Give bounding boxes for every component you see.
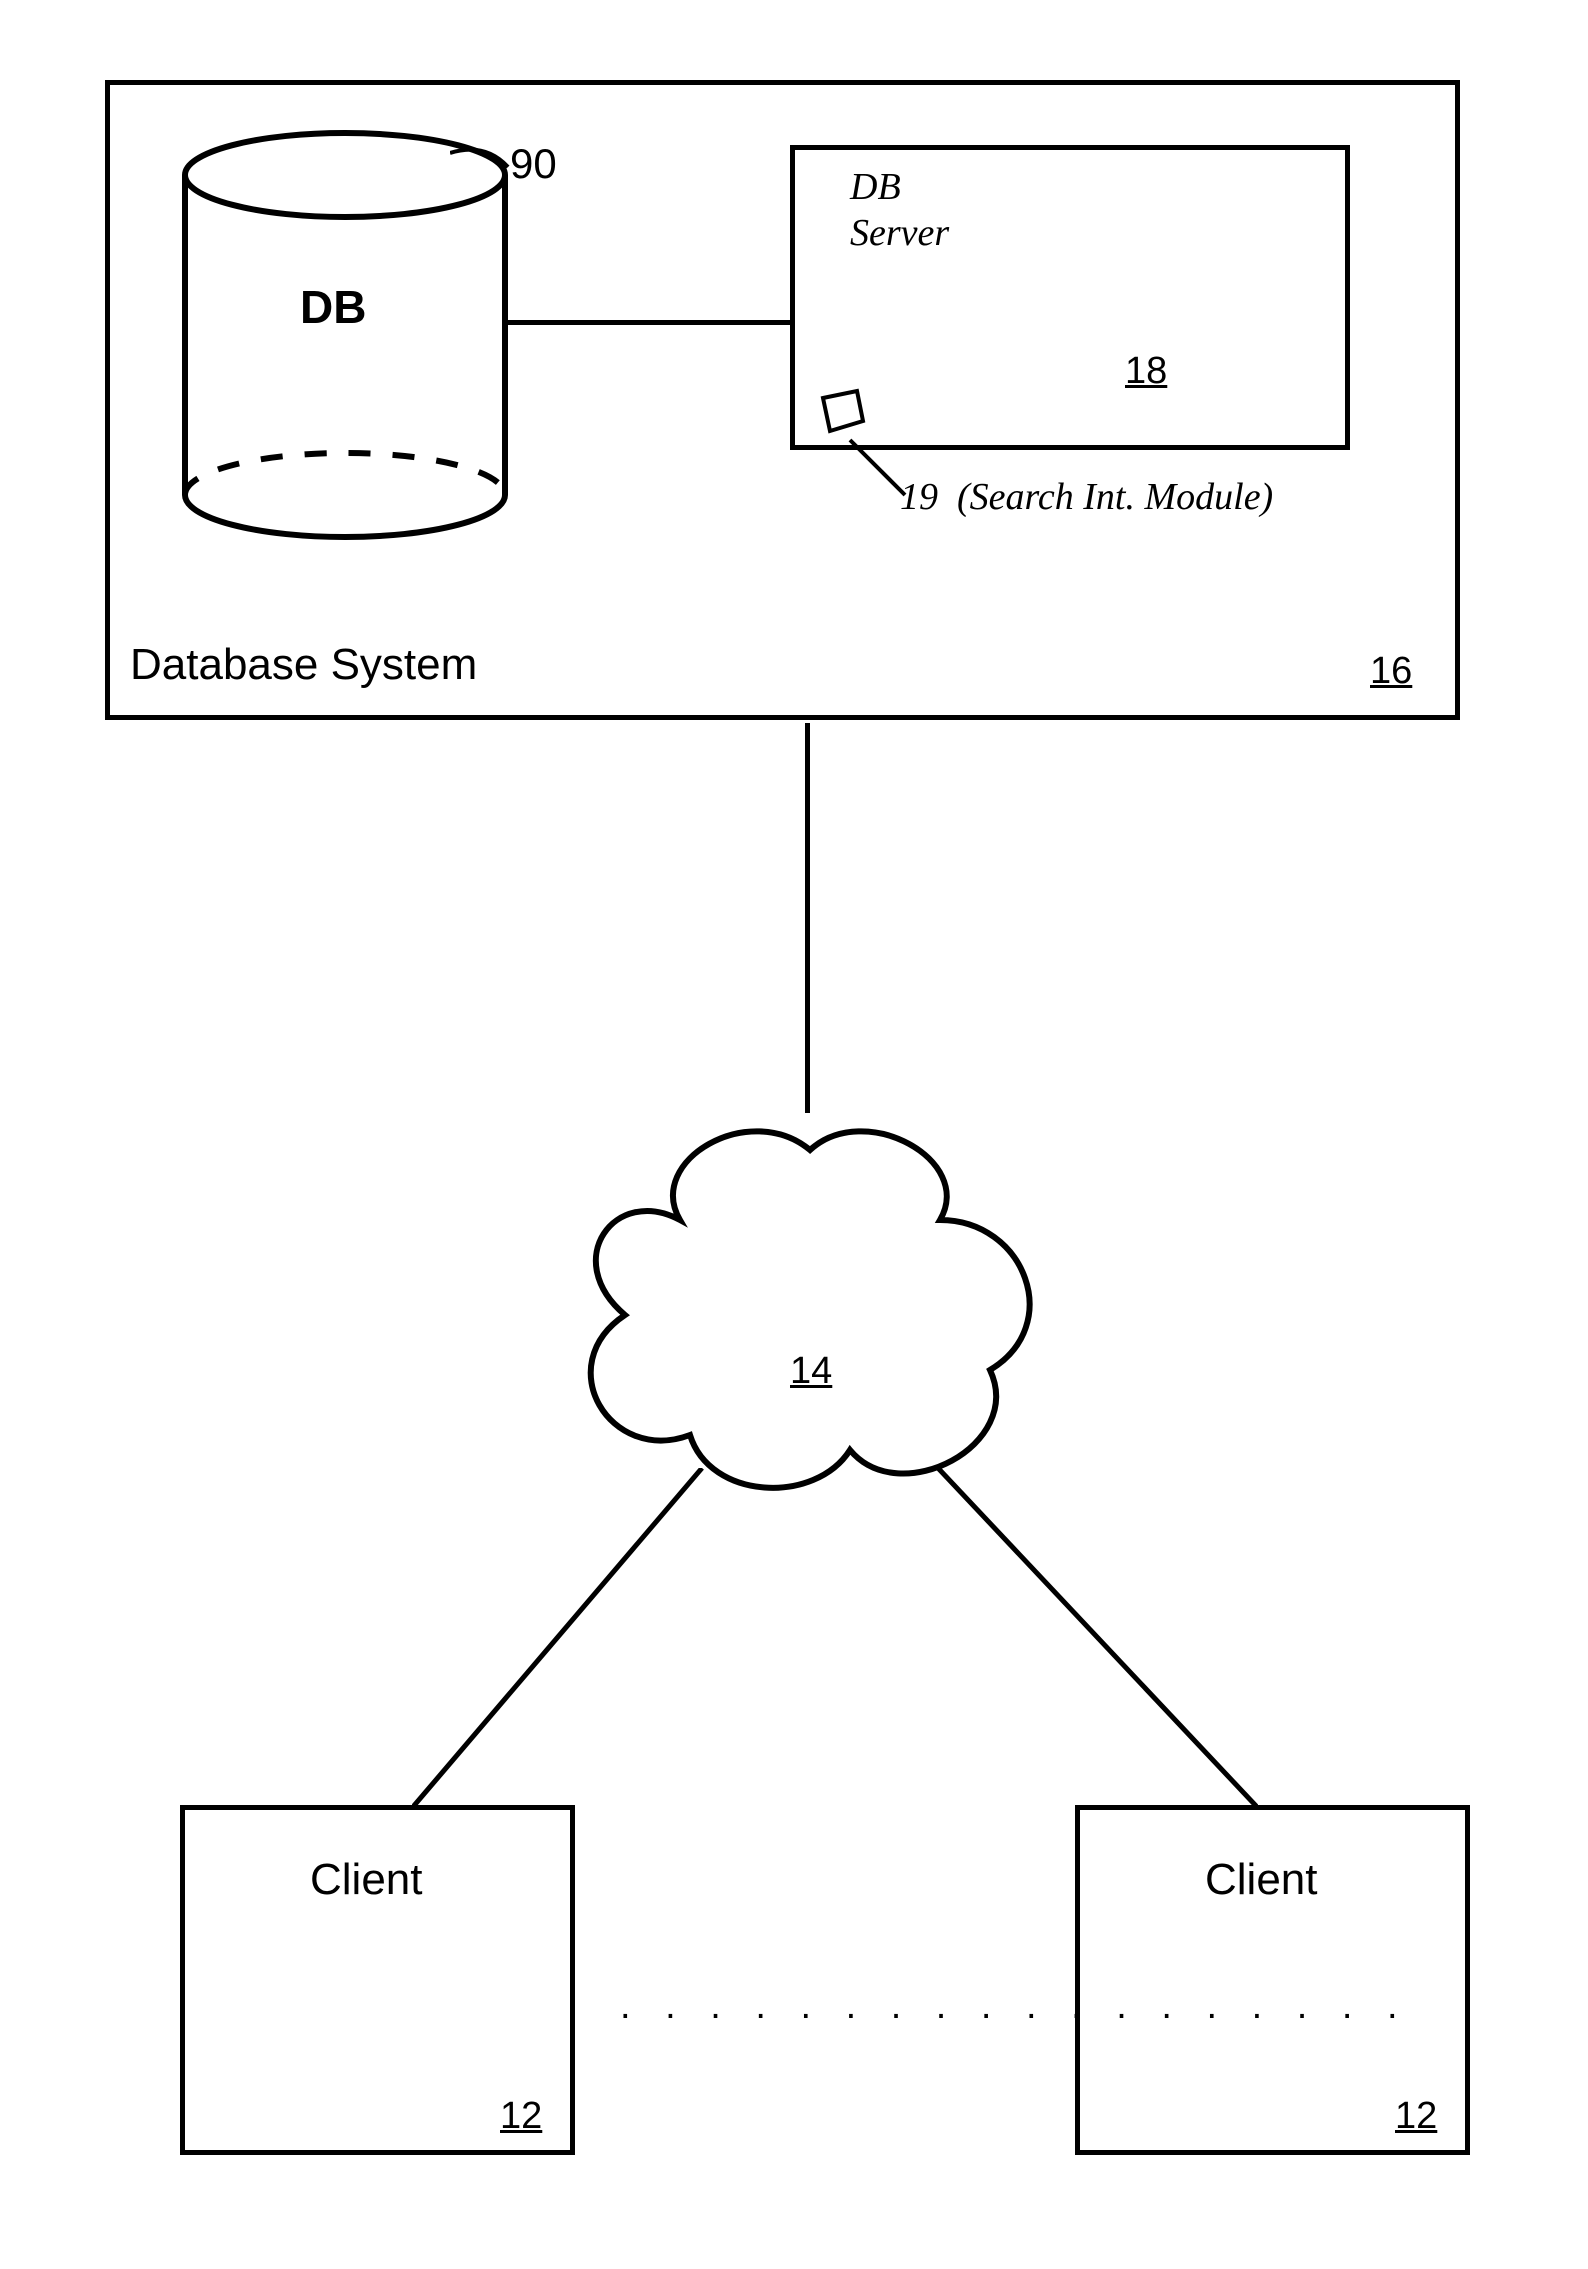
ref-label-19: 19 (Search Int. Module)	[900, 475, 1273, 519]
ref-label-12-right: 12	[1395, 2095, 1437, 2138]
ellipsis-clients: . . . . . . . . . . . . . . . . . .	[620, 1985, 1410, 2028]
connector-db-server	[505, 320, 795, 325]
search-module-icon	[815, 383, 870, 438]
network-cloud-icon	[555, 1105, 1065, 1495]
ref-label-12-left: 12	[500, 2095, 542, 2138]
db-server-label: DB Server	[850, 165, 949, 256]
client-label-right: Client	[1205, 1855, 1318, 1905]
system-architecture-diagram: DB 90 DB Server 18 19 (Search Int. Modul…	[0, 0, 1588, 2269]
database-cylinder-icon	[180, 130, 510, 540]
ref-label-14: 14	[790, 1350, 832, 1393]
connector-cloud-client-left	[412, 1468, 782, 1808]
ref-label-18: 18	[1125, 350, 1167, 393]
db-label: DB	[300, 280, 366, 334]
connector-system-cloud	[805, 723, 810, 1113]
connector-cloud-client-right	[888, 1468, 1258, 1808]
leader-line-90	[450, 145, 515, 185]
client-label-left: Client	[310, 1855, 423, 1905]
ref-label-16: 16	[1370, 650, 1412, 693]
database-system-title: Database System	[130, 640, 477, 690]
ref-label-90: 90	[510, 140, 557, 188]
